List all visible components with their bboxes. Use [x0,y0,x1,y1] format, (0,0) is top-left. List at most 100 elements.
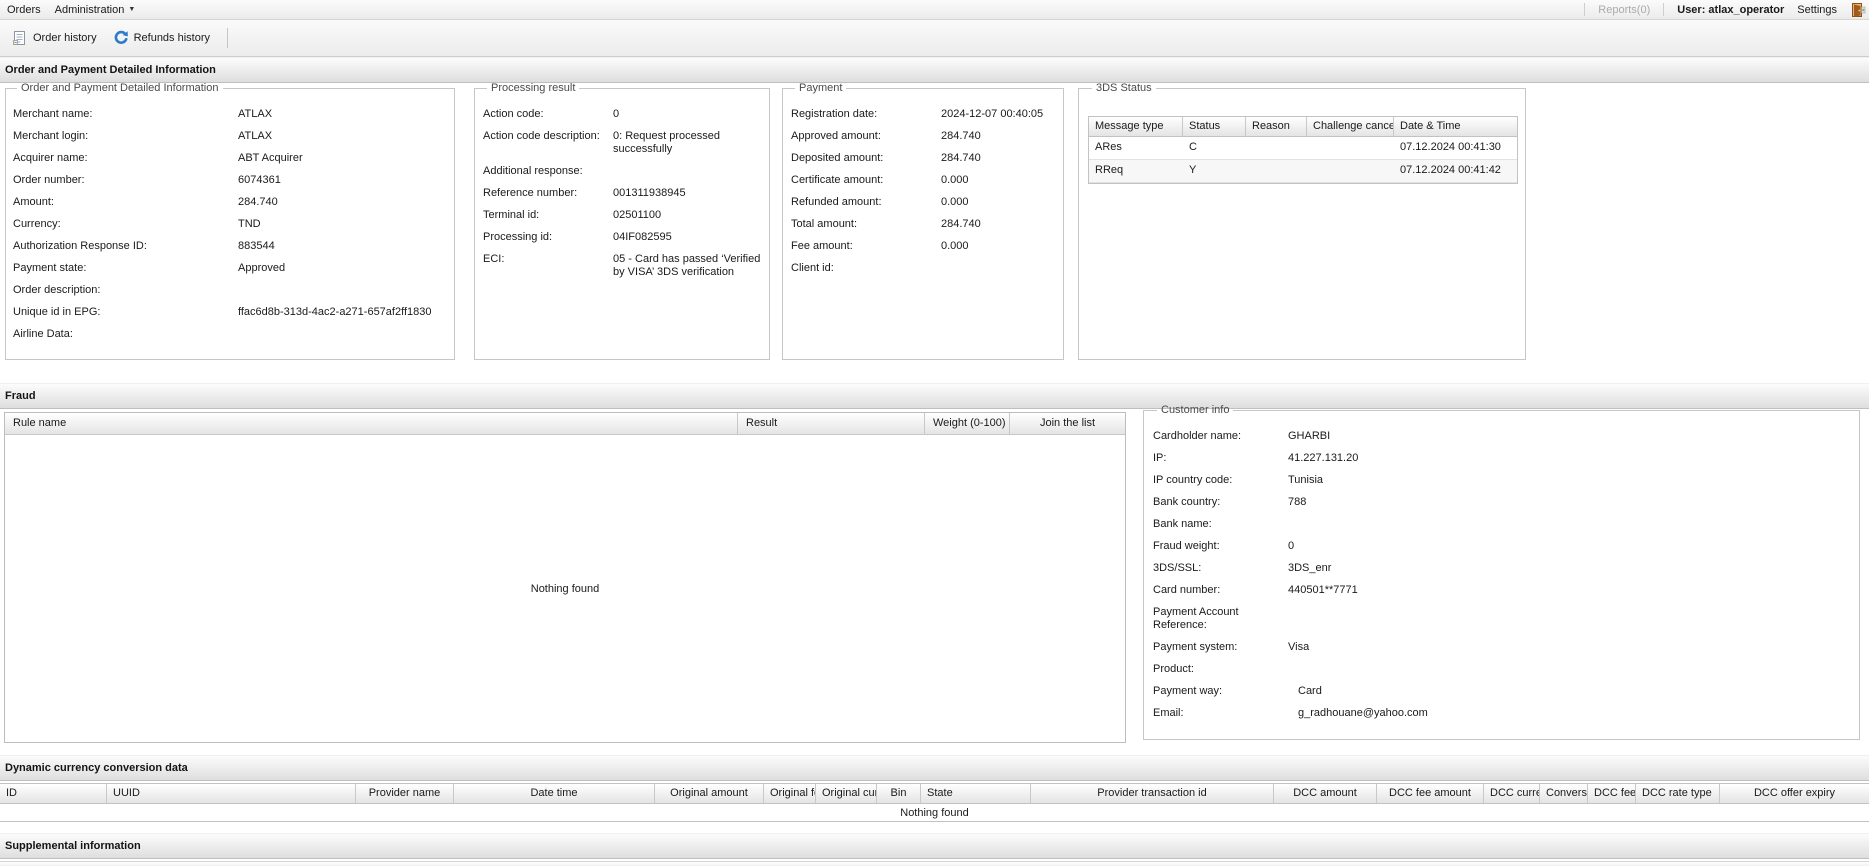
field-row: Email: g_radhouane@yahoo.com [1153,707,1852,720]
logout-door-icon[interactable] [1850,2,1866,18]
payment-panel: Payment Registration date: 2024-12-07 00:… [782,82,1064,360]
field-row: Product: [1153,663,1852,676]
current-user-label: User: atlax_operator [1677,3,1785,16]
field-label: Approved amount: [791,130,881,142]
column-header[interactable]: UUID [107,784,356,803]
menu-orders[interactable]: Orders [7,4,41,16]
field-value: 0 [1288,540,1295,552]
column-header[interactable]: DCC fee [1588,784,1636,803]
field-label: Terminal id: [483,209,540,221]
field-value: GHARBI [1288,430,1331,442]
field-row: Client id: [791,262,1056,275]
field-label: Merchant name: [13,108,93,120]
column-header[interactable]: Bin [877,784,921,803]
menu-administration[interactable]: Administration ▼ [55,4,136,16]
column-header[interactable]: Original amount [655,784,764,803]
field-label: Action code description: [483,130,600,142]
customer-info-legend: Customer info [1161,404,1230,416]
column-header[interactable]: Challenge cancel [1307,117,1394,136]
table-cell [1307,160,1394,182]
column-header[interactable]: Conversion [1540,784,1588,803]
separator [1584,3,1586,16]
field-row: Fraud weight: 0 [1153,540,1852,553]
column-header[interactable]: DCC fee amount [1377,784,1484,803]
field-label: Fee amount: [791,240,853,252]
field-label: Payment system: [1153,641,1238,653]
field-label: Total amount: [791,218,858,230]
refunds-history-label: Refunds history [133,32,211,44]
column-header[interactable]: DCC currency [1484,784,1540,803]
column-header[interactable]: Result [738,413,925,434]
field-label: Bank name: [1153,518,1212,530]
field-row: Deposited amount: 284.740 [791,152,1056,165]
dcc-table-body: Nothing found [0,804,1869,821]
threeds-status-legend: 3DS Status [1096,82,1152,94]
field-row: Card number: 440501**7771 [1153,584,1852,597]
field-label: Certificate amount: [791,174,884,186]
dcc-table: ID UUID Provider name Date time Original amo… [0,783,1869,822]
field-value: 788 [1288,496,1307,508]
next-grid-top-edge [0,861,1869,866]
field-value: ffac6d8b-313d-4ac2-a271-657af2ff1830 [238,306,432,318]
column-header[interactable]: Status [1183,117,1246,136]
field-label: IP: [1153,452,1167,464]
field-value: 02501100 [613,209,662,221]
menu-bar: Orders Administration ▼ Reports(0) User:… [0,0,1869,20]
separator [1663,3,1665,16]
menu-settings[interactable]: Settings [1797,4,1837,16]
field-row: Airline Data: [13,328,447,341]
field-row: Order description: [13,284,447,297]
table-row: ARes C 07.12.2024 00:41:30 [1089,137,1517,160]
field-row: Payment state: Approved [13,262,447,275]
field-value: 0.000 [941,196,969,208]
column-header[interactable]: Rule name [5,413,738,434]
dcc-empty-text: Nothing found [900,806,969,819]
field-label: Client id: [791,262,834,274]
processing-result-panel: Processing result Action code: 0 Action co… [474,82,770,360]
field-row: Authorization Response ID: 883544 [13,240,447,253]
table-cell: 07.12.2024 00:41:42 [1400,164,1501,176]
order-detail-page: Orders Administration ▼ Reports(0) User:… [0,0,1869,866]
field-label: 3DS/SSL: [1153,562,1202,574]
field-row: 3DS/SSL: 3DS_enr [1153,562,1852,575]
column-header[interactable]: DCC offer expiry [1720,784,1869,803]
field-row: Payment way: Card [1153,685,1852,698]
field-label: Action code: [483,108,544,120]
column-header[interactable]: Provider transaction id [1031,784,1274,803]
menu-reports[interactable]: Reports(0) [1598,4,1650,16]
field-value [941,262,1056,275]
column-header[interactable]: Reason [1246,117,1307,136]
field-value: Approved [238,262,286,274]
field-value: 6074361 [238,174,281,186]
column-header[interactable]: State [921,784,1031,803]
field-value: g_radhouane@yahoo.com [1298,707,1428,719]
field-label: Order description: [13,284,101,296]
column-header[interactable]: Join the list [1010,413,1125,434]
order-history-button[interactable]: Order history [4,27,105,49]
dcc-table-header: ID UUID Provider name Date time Original amo… [0,784,1869,804]
field-label: Authorization Response ID: [13,240,147,252]
field-label: IP country code: [1153,474,1233,486]
column-header[interactable]: Original currency [816,784,877,803]
threeds-status-table: Message type Status Reason Challenge cancel… [1088,116,1518,184]
payment-legend: Payment [799,82,843,94]
refunds-history-button[interactable]: Refunds history [105,27,218,49]
field-row: Action code description: 0: Request proce… [483,130,762,156]
field-value: 883544 [238,240,275,252]
column-header[interactable]: Provider name [356,784,454,803]
field-value: Visa [1288,641,1310,653]
fraud-empty-text: Nothing found [530,582,600,595]
column-header[interactable]: Original fee [764,784,816,803]
column-header[interactable]: Date time [454,784,655,803]
column-header[interactable]: DCC rate type [1636,784,1720,803]
field-row: Amount: 284.740 [13,196,447,209]
field-value: ATLAX [238,130,273,142]
order-history-icon [13,31,25,45]
column-header[interactable]: Message type [1089,117,1183,136]
column-header[interactable]: ID [0,784,107,803]
table-cell: RReq [1095,164,1124,176]
column-header[interactable]: DCC amount [1274,784,1377,803]
field-value: 04IF082595 [613,231,672,243]
column-header[interactable]: Weight (0-100) [925,413,1010,434]
column-header[interactable]: Date & Time [1394,117,1517,136]
